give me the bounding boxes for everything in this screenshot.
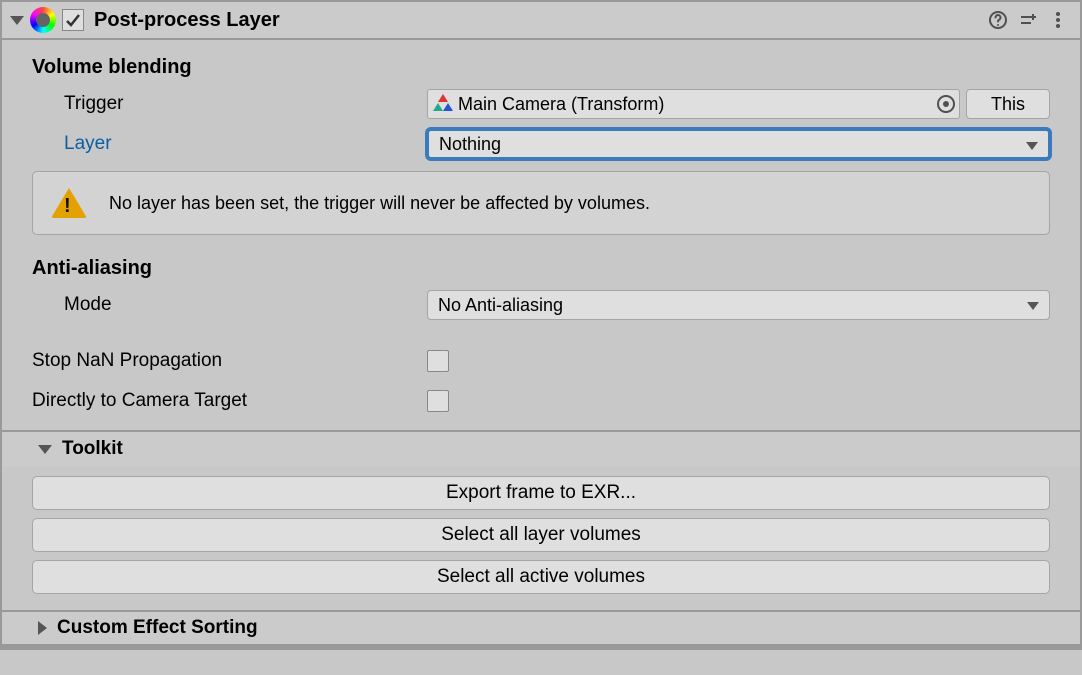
- direct-camera-row: Directly to Camera Target: [32, 384, 1050, 418]
- postprocess-icon: [30, 7, 56, 33]
- inspector-panel: Post-process Layer Volume blending Trigg…: [0, 0, 1082, 650]
- toolkit-body: Export frame to EXR... Select all layer …: [2, 466, 1080, 610]
- aa-mode-value: No Anti-aliasing: [438, 295, 563, 316]
- volume-blending-title: Volume blending: [32, 56, 1050, 79]
- layer-dropdown[interactable]: Nothing: [427, 129, 1050, 159]
- stop-nan-row: Stop NaN Propagation: [32, 344, 1050, 378]
- component-title: Post-process Layer: [94, 9, 280, 32]
- warning-icon: [51, 188, 87, 218]
- chevron-down-icon: [1026, 142, 1038, 150]
- layer-row: Layer Nothing: [32, 127, 1050, 161]
- direct-camera-label: Directly to Camera Target: [32, 390, 427, 412]
- expand-icon[interactable]: [38, 621, 47, 635]
- menu-icon[interactable]: [1044, 6, 1072, 34]
- aa-mode-dropdown[interactable]: No Anti-aliasing: [427, 290, 1050, 320]
- warning-text: No layer has been set, the trigger will …: [109, 193, 650, 214]
- stop-nan-checkbox[interactable]: [427, 350, 449, 372]
- select-layer-volumes-button[interactable]: Select all layer volumes: [32, 518, 1050, 552]
- export-exr-button[interactable]: Export frame to EXR...: [32, 476, 1050, 510]
- object-picker-icon[interactable]: [937, 95, 955, 113]
- trigger-value: Main Camera (Transform): [458, 94, 664, 115]
- layer-warning-box: No layer has been set, the trigger will …: [32, 171, 1050, 235]
- custom-sort-header[interactable]: Custom Effect Sorting: [2, 610, 1080, 646]
- anti-aliasing-title: Anti-aliasing: [32, 257, 1050, 280]
- trigger-object-field[interactable]: Main Camera (Transform): [427, 89, 960, 119]
- select-active-volumes-button[interactable]: Select all active volumes: [32, 560, 1050, 594]
- chevron-down-icon: [1027, 302, 1039, 310]
- toolkit-title: Toolkit: [62, 438, 123, 460]
- component-enable-checkbox[interactable]: [62, 9, 84, 31]
- trigger-label: Trigger: [32, 93, 427, 115]
- direct-camera-checkbox[interactable]: [427, 390, 449, 412]
- component-header[interactable]: Post-process Layer: [2, 0, 1080, 40]
- collapse-icon[interactable]: [10, 16, 24, 25]
- component-body: Volume blending Trigger Main Camera (Tra…: [2, 40, 1080, 418]
- collapse-icon[interactable]: [38, 445, 52, 454]
- layer-label[interactable]: Layer: [32, 133, 427, 155]
- aa-mode-label: Mode: [32, 294, 427, 316]
- aa-mode-row: Mode No Anti-aliasing: [32, 288, 1050, 322]
- preset-icon[interactable]: [1014, 6, 1042, 34]
- this-button[interactable]: This: [966, 89, 1050, 119]
- checkmark-icon: [65, 12, 81, 28]
- help-icon[interactable]: [984, 6, 1012, 34]
- transform-icon: [434, 95, 452, 113]
- stop-nan-label: Stop NaN Propagation: [32, 350, 427, 372]
- toolkit-header[interactable]: Toolkit: [2, 430, 1080, 466]
- custom-sort-title: Custom Effect Sorting: [57, 617, 258, 639]
- trigger-row: Trigger Main Camera (Transform) This: [32, 87, 1050, 121]
- layer-value: Nothing: [439, 134, 501, 155]
